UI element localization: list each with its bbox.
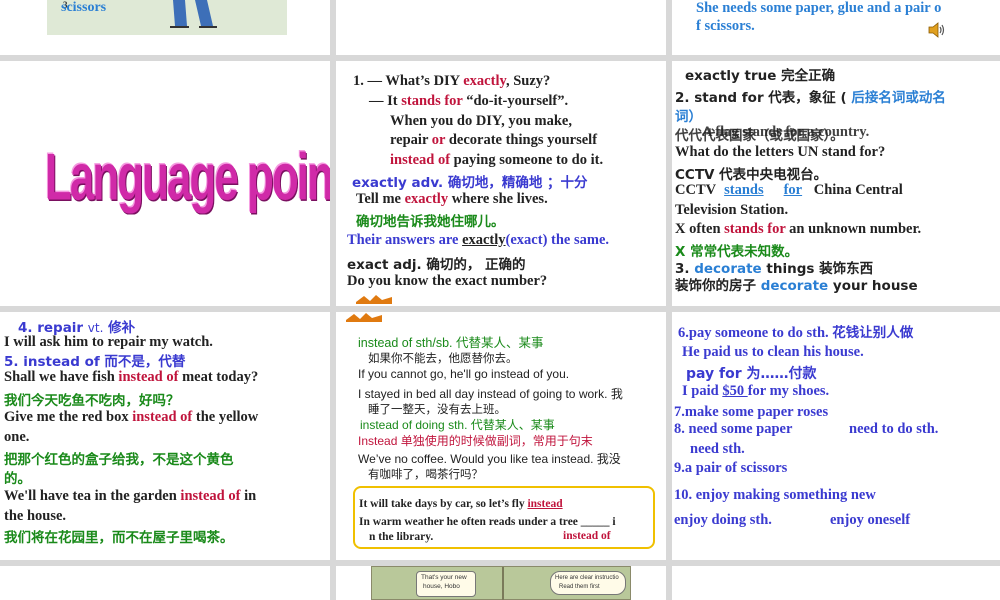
- needs-sentence-line2: f scissors.: [696, 18, 755, 34]
- scissors-picture: 3 scissors: [47, 0, 287, 35]
- box-example-end: one.: [4, 429, 30, 445]
- paid-shoes-example: I paid $50 for my shoes.: [682, 383, 830, 399]
- pair-of-scissors-phrase: 9.a pair of scissors: [674, 460, 788, 476]
- flag-example-en: A flag stands for a country.: [702, 124, 870, 140]
- tea-example-end: the house.: [4, 508, 67, 524]
- comic-bubble-2: Here are clear instructio Read them firs…: [550, 571, 626, 595]
- need-to-do-phrase: need to do sth.: [849, 421, 939, 437]
- exact-definition: exact adj. 确切的， 正确的: [347, 257, 526, 273]
- panel-diy-points: 1. — What’s DIY exactly, Suzy? — It stan…: [336, 61, 666, 306]
- picture-caption: scissors: [61, 0, 107, 15]
- un-question: What do the letters UN stand for?: [675, 144, 886, 160]
- go-example-cn: 如果你不能去，他愿替你去。: [368, 351, 518, 365]
- instead-of-doing-definition: instead of doing sth. 代替某人、某事: [360, 418, 555, 432]
- panel-blank-bottom-right: [672, 566, 1000, 600]
- diy-question: 1. — What’s DIY exactly, Suzy?: [353, 73, 551, 89]
- diy-answer-line4: instead of paying someone to do it.: [390, 152, 604, 168]
- person-legs-illustration: [165, 0, 220, 28]
- cctv-fill-blank-end: Television Station.: [675, 202, 789, 218]
- diy-answer-line1: — It stands for “do-it-yourself”.: [369, 93, 569, 109]
- instead-of-sth-definition: instead of sth/sb. 代替某人、某事: [358, 336, 544, 350]
- coffee-example-cn: 有咖啡了，喝茶行吗？: [368, 467, 483, 481]
- diy-answer-line3: repair or decorate things yourself: [390, 132, 598, 148]
- box-example-cn: 把那个红色的盒子给我，不是这个黄色: [4, 452, 234, 468]
- exercise-box: It will take days by car, so let’s fly i…: [353, 486, 655, 549]
- pay-someone-definition: 6.pay someone to do sth. 花钱让别人做: [678, 325, 914, 341]
- panel-repair-instead: 4. repair vt. 修补 I will ask him to repai…: [0, 312, 330, 560]
- repair-example: I will ask him to repair my watch.: [4, 334, 213, 350]
- enjoy-doing-phrase: enjoy doing sth.: [674, 512, 772, 528]
- coffee-example-en: We’ve no coffee. Would you like tea inst…: [358, 452, 621, 466]
- panel-needs-sentence: She needs some paper, glue and a pair o …: [672, 0, 1000, 55]
- exercise-line3: n the library.: [369, 531, 434, 543]
- enjoy-making-phrase: 10. enjoy making something new: [674, 487, 876, 503]
- go-example-en: If you cannot go, he'll go instead of yo…: [358, 367, 570, 381]
- panel-instead-usage: instead of sth/sb. 代替某人、某事 如果你不能去，他愿替你去。…: [336, 312, 666, 560]
- language-points-title: Language points: [45, 141, 330, 215]
- paid-example: He paid us to clean his house.: [682, 344, 864, 360]
- comic-divider: [502, 567, 504, 600]
- cctv-cn: CCTV 代表中央电视台。: [675, 167, 828, 183]
- panel-blank-bottom-left: [0, 566, 330, 600]
- stayed-example-cn: 睡了一整天，没有去上班。: [368, 402, 506, 416]
- needs-sentence-line1: She needs some paper, glue and a pair o: [696, 0, 942, 16]
- panel-language-points: Language points: [0, 61, 330, 306]
- panel-comic: That's your new house, Hobo Here are cle…: [336, 566, 666, 600]
- fish-example: Shall we have fish instead of meat today…: [4, 369, 259, 385]
- panel-scissors-image: 3 scissors: [0, 0, 330, 55]
- instead-of-definition: 5. instead of 而不是，代替: [4, 354, 186, 370]
- cctv-fill-blank: CCTV stands for China Central: [675, 182, 903, 198]
- exercise-answer2: instead of: [563, 530, 611, 542]
- comic-bubble-1: That's your new house, Hobo: [416, 571, 476, 597]
- need-sth-phrase: need sth.: [690, 441, 745, 457]
- stand-for-definition-end: 词）: [675, 109, 702, 125]
- exactly-example: Tell me exactly where she lives.: [356, 191, 548, 207]
- decorate-example: 装饰你的房子 decorate your house: [675, 278, 918, 294]
- exercise-line1: It will take days by car, so let’s fly i…: [359, 498, 563, 510]
- diy-answer-line2: When you do DIY, you make,: [390, 113, 572, 129]
- speaker-icon[interactable]: [928, 22, 946, 38]
- pay-for-definition: pay for 为……付款: [686, 366, 817, 382]
- enjoy-oneself-phrase: enjoy oneself: [830, 512, 911, 528]
- fish-example-cn: 我们今天吃鱼不吃肉，好吗？: [4, 393, 180, 409]
- stand-for-definition: 2. stand for 代表，象征 ( 后接名词或动名: [675, 90, 946, 106]
- paper-roses-phrase: 7.make some paper roses: [674, 404, 829, 420]
- stayed-example-en: I stayed in bed all day instead of going…: [358, 387, 623, 401]
- comic-picture: That's your new house, Hobo Here are cle…: [371, 566, 631, 600]
- decorative-marker: [356, 295, 392, 304]
- panel-phrases: 6.pay someone to do sth. 花钱让别人做 He paid …: [672, 312, 1000, 560]
- instead-adverb-note: Instead 单独使用的时候做副词，常用于句末: [358, 434, 593, 448]
- exact-example: Do you know the exact number?: [347, 273, 548, 289]
- exercise-line2: In warm weather he often reads under a t…: [359, 516, 616, 528]
- box-example: Give me the red box instead of the yello…: [4, 409, 259, 425]
- repair-definition: 4. repair vt. 修补: [18, 320, 136, 336]
- box-example-cn-end: 的。: [4, 471, 31, 487]
- decorative-marker: [346, 313, 382, 322]
- exactly-fill-blank: Their answers are exactly(exact) the sam…: [347, 232, 610, 248]
- panel-blank-top: [336, 0, 666, 55]
- need-paper-phrase: 8. need some paper: [674, 421, 793, 437]
- tea-example-cn: 我们将在花园里，而不在屋子里喝茶。: [4, 530, 234, 546]
- exactly-true: exactly true 完全正确: [685, 68, 836, 84]
- tea-example: We'll have tea in the garden instead of …: [4, 488, 257, 504]
- panel-stand-for-points: exactly true 完全正确 2. stand for 代表，象征 ( 后…: [672, 61, 1000, 306]
- x-example: X often stands for an unknown number.: [675, 221, 922, 237]
- exactly-definition: exactly adv. 确切地，精确地 ；十分: [352, 175, 588, 191]
- exactly-example-cn: 确切地告诉我她住哪儿。: [356, 214, 505, 230]
